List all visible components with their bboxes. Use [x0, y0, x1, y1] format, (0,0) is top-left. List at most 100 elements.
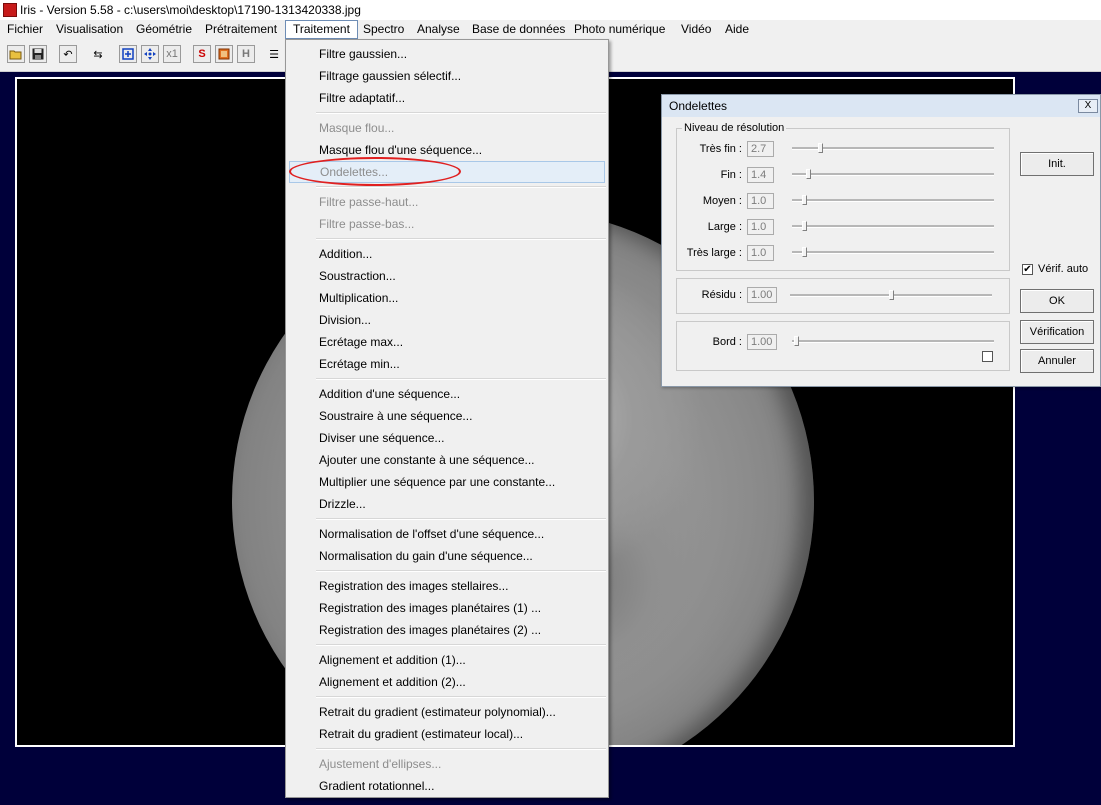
menu-item[interactable]: Retrait du gradient (estimateur polynomi… — [289, 701, 605, 723]
residu-value[interactable]: 1.00 — [747, 287, 777, 303]
init-button[interactable]: Init. — [1020, 152, 1094, 176]
dialog-title: Ondelettes — [669, 99, 728, 113]
bord-checkbox[interactable] — [982, 351, 993, 362]
menu-separator — [316, 570, 606, 572]
menu-aide[interactable]: Aide — [718, 20, 756, 39]
menu-item[interactable]: Division... — [289, 309, 605, 331]
residu-slider-thumb[interactable] — [888, 290, 894, 300]
menu-separator — [316, 238, 606, 240]
level-slider-thumb[interactable] — [801, 221, 807, 231]
undo-icon[interactable]: ↶ — [59, 45, 77, 63]
resolution-group-label: Niveau de résolution — [682, 122, 787, 134]
annuler-button[interactable]: Annuler — [1020, 349, 1094, 373]
menu-item[interactable]: Filtre gaussien... — [289, 43, 605, 65]
ondelettes-dialog: Ondelettes X Niveau de résolution Résidu… — [661, 94, 1101, 387]
menu-item[interactable]: Soustraction... — [289, 265, 605, 287]
menu-item[interactable]: Multiplication... — [289, 287, 605, 309]
level-value[interactable]: 1.0 — [747, 245, 774, 261]
verif-auto-checkbox[interactable]: ✔ — [1022, 264, 1033, 275]
sliders-icon[interactable]: ⇆ — [89, 45, 107, 63]
residu-label: Résidu : — [701, 289, 742, 301]
open-icon[interactable] — [7, 45, 25, 63]
bord-value[interactable]: 1.00 — [747, 334, 777, 350]
menu-separator — [316, 518, 606, 520]
menu-item[interactable]: Registration des images stellaires... — [289, 575, 605, 597]
level-slider-thumb[interactable] — [817, 143, 823, 153]
menu-item[interactable]: Multiplier une séquence par une constant… — [289, 471, 605, 493]
menu-item[interactable]: Alignement et addition (2)... — [289, 671, 605, 693]
level-slider-track[interactable] — [792, 225, 994, 228]
verification-button[interactable]: Vérification — [1020, 320, 1094, 344]
bord-slider-track[interactable] — [792, 340, 994, 343]
level-slider-thumb[interactable] — [805, 169, 811, 179]
menu-item[interactable]: Alignement et addition (1)... — [289, 649, 605, 671]
menu-separator — [316, 112, 606, 114]
menu-spectro[interactable]: Spectro — [356, 20, 411, 39]
menu-separator — [316, 378, 606, 380]
menu-item[interactable]: Normalisation de l'offset d'une séquence… — [289, 523, 605, 545]
menu-item[interactable]: Ecrétage max... — [289, 331, 605, 353]
menu-item: Masque flou... — [319, 121, 395, 135]
bord-label: Bord : — [712, 336, 742, 348]
zoom-fit-icon[interactable] — [119, 45, 137, 63]
h-icon[interactable]: H — [237, 45, 255, 63]
level-slider-track[interactable] — [792, 251, 994, 254]
level-label: Moyen : — [702, 195, 742, 207]
menu-item[interactable]: Ecrétage min... — [289, 353, 605, 375]
level-value[interactable]: 2.7 — [747, 141, 774, 157]
menu-item[interactable]: Addition... — [289, 243, 605, 265]
level-slider-track[interactable] — [792, 199, 994, 202]
menu-geometrie[interactable]: Géométrie — [129, 20, 199, 39]
app-icon — [3, 3, 17, 17]
level-value[interactable]: 1.4 — [747, 167, 774, 183]
menu-item[interactable]: Filtrage gaussien sélectif... — [289, 65, 605, 87]
menu-item: Filtre passe-haut... — [319, 195, 419, 209]
bord-slider-thumb[interactable] — [793, 336, 799, 346]
window-title: Iris - Version 5.58 - c:\users\moi\deskt… — [20, 3, 361, 17]
palette-icon[interactable] — [215, 45, 233, 63]
menu-item[interactable]: Normalisation du gain d'une séquence... — [289, 545, 605, 567]
menu-item[interactable]: Registration des images planétaires (2) … — [289, 619, 605, 641]
level-slider-track[interactable] — [792, 173, 994, 176]
menu-item[interactable]: Retrait du gradient (estimateur local)..… — [289, 723, 605, 745]
menu-separator — [316, 644, 606, 646]
menu-item[interactable]: Drizzle... — [289, 493, 605, 515]
level-label: Très large : — [686, 247, 742, 259]
menu-item[interactable]: Ajouter une constante à une séquence... — [289, 449, 605, 471]
menu-traitement[interactable]: Traitement — [285, 20, 358, 39]
menu-item[interactable]: Addition d'une séquence... — [289, 383, 605, 405]
menu-separator — [316, 748, 606, 750]
menu-visualisation[interactable]: Visualisation — [49, 20, 130, 39]
menu-photo-numerique[interactable]: Photo numérique — [567, 20, 672, 39]
level-value[interactable]: 1.0 — [747, 219, 774, 235]
menu-bar: Fichier Visualisation Géométrie Prétrait… — [0, 20, 1101, 39]
ok-button[interactable]: OK — [1020, 289, 1094, 313]
menu-item: Ajustement d'ellipses... — [319, 757, 442, 771]
menu-item[interactable]: Soustraire à une séquence... — [289, 405, 605, 427]
menu-item[interactable]: Gradient rotationnel... — [289, 775, 605, 797]
menu-item[interactable]: Diviser une séquence... — [289, 427, 605, 449]
level-slider-thumb[interactable] — [801, 247, 807, 257]
level-value[interactable]: 1.0 — [747, 193, 774, 209]
traitement-menu: Filtre gaussien... Filtrage gaussien séle… — [285, 39, 609, 798]
move-icon[interactable] — [141, 45, 159, 63]
menu-separator — [316, 696, 606, 698]
zoom-x1-icon[interactable]: x1 — [163, 45, 181, 63]
menu-item[interactable]: Registration des images planétaires (1) … — [289, 597, 605, 619]
menu-base-de-donnees[interactable]: Base de données — [465, 20, 572, 39]
level-slider-thumb[interactable] — [801, 195, 807, 205]
menu-pretraitement[interactable]: Prétraitement — [198, 20, 284, 39]
menu-analyse[interactable]: Analyse — [410, 20, 467, 39]
menu-video[interactable]: Vidéo — [674, 20, 718, 39]
save-icon[interactable] — [29, 45, 47, 63]
close-button[interactable]: X — [1078, 99, 1098, 113]
dialog-title-bar: Ondelettes X — [662, 95, 1100, 117]
level-label: Fin : — [720, 169, 742, 181]
verif-auto-label: Vérif. auto — [1038, 263, 1089, 275]
list-icon[interactable]: ☰ — [265, 45, 283, 63]
s-icon[interactable]: S — [193, 45, 211, 63]
menu-fichier[interactable]: Fichier — [0, 20, 50, 39]
title-bar: Iris - Version 5.58 - c:\users\moi\deskt… — [0, 0, 1101, 20]
level-label: Très fin : — [699, 143, 742, 155]
menu-item[interactable]: Filtre adaptatif... — [289, 87, 605, 109]
